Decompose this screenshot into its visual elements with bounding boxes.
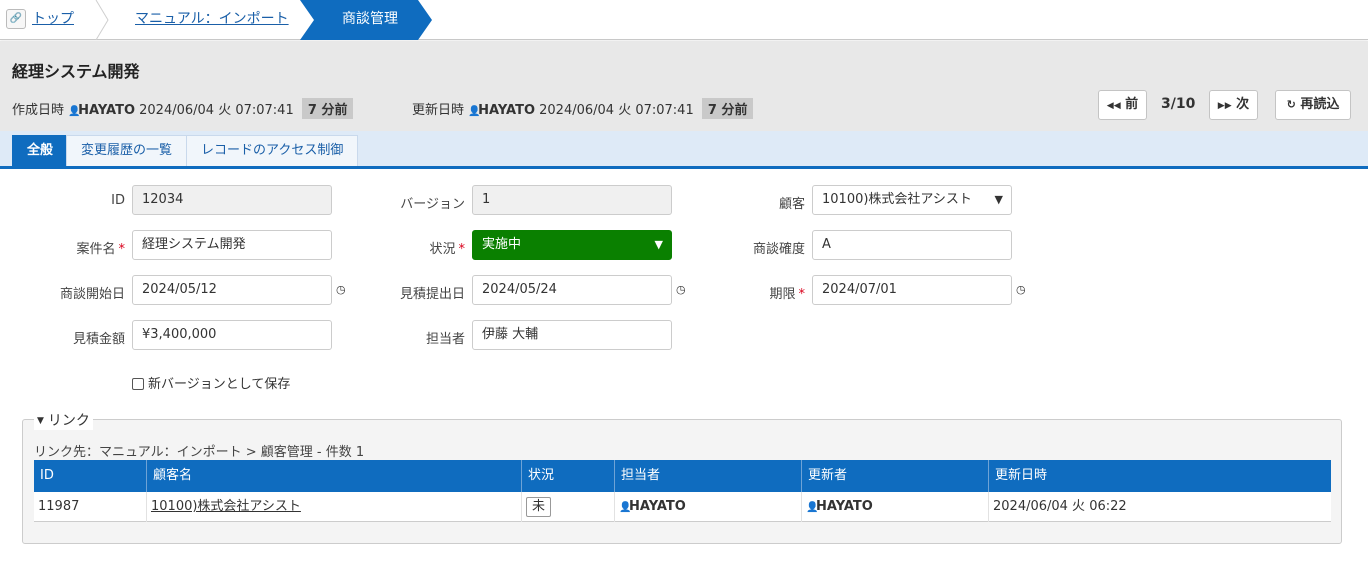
breadcrumb-current-label: 商談管理 [342, 11, 398, 27]
id-label: ID [111, 193, 125, 208]
record-pager: 3/10 [1161, 96, 1196, 112]
tab-change-history[interactable]: 変更履歴の一覧 [66, 135, 188, 166]
estimate-date-label: 見積提出日 [399, 287, 465, 302]
customer-link[interactable]: 10100)株式会社アシスト [151, 499, 301, 514]
cell-customer: 10100)株式会社アシスト [147, 492, 522, 522]
owner-field[interactable]: 伊藤 大輔 [472, 320, 672, 350]
status-label: 状況 * [380, 238, 465, 257]
version-label: バージョン [400, 197, 465, 212]
column-header-status[interactable]: 状況 [522, 460, 615, 492]
breadcrumb-current: 商談管理 [300, 0, 432, 40]
link-section-toggle[interactable]: ▼ リンク [34, 410, 93, 430]
tab-general[interactable]: 全般 [12, 135, 69, 166]
chevron-down-icon: ▼ [654, 238, 663, 251]
clock-icon[interactable]: ◷ [676, 283, 686, 296]
estimate-date-field[interactable]: 2024/05/24 [472, 275, 672, 305]
column-header-id[interactable]: ID [34, 460, 147, 492]
clock-icon[interactable]: ◷ [1016, 283, 1026, 296]
next-record-button[interactable]: ▶▶ 次 [1209, 90, 1258, 120]
user-icon: 👤 [68, 106, 81, 117]
cell-id: 11987 [34, 492, 147, 522]
created-ago-badge: 7 分前 [301, 98, 354, 119]
column-header-updater[interactable]: 更新者 [802, 460, 989, 492]
clock-icon[interactable]: ◷ [336, 283, 346, 296]
updated-user[interactable]: HAYATO [478, 103, 535, 118]
deadline-field[interactable]: 2024/07/01 [812, 275, 1012, 305]
column-header-customer[interactable]: 顧客名 [147, 460, 522, 492]
start-date-field[interactable]: 2024/05/12 [132, 275, 332, 305]
prev-record-label: 前 [1125, 97, 1139, 112]
cell-owner: 👤HAYATO [615, 492, 802, 522]
status-select[interactable]: 実施中 ▼ [472, 230, 672, 260]
user-icon: 👤 [468, 106, 481, 117]
record-title: 経理システム開発 [12, 62, 140, 81]
updated-ago-badge: 7 分前 [701, 98, 754, 119]
customer-label: 顧客 [778, 197, 805, 212]
created-datetime: 2024/06/04 火 07:07:41 [139, 103, 294, 118]
cell-updated-at: 2024/06/04 火 06:22 [993, 499, 1127, 514]
link-section-legend: リンク [47, 413, 90, 429]
customer-select-value: 10100)株式会社アシスト [822, 192, 972, 207]
customer-select[interactable]: 10100)株式会社アシスト ▼ [812, 185, 1012, 215]
reload-button[interactable]: ↻ 再読込 [1275, 90, 1351, 120]
record-header: 経理システム開発 作成日時 👤HAYATO 2024/06/04 火 07:07… [0, 41, 1368, 131]
prev-record-button[interactable]: ◀◀ 前 [1098, 90, 1147, 120]
status-select-value: 実施中 [482, 237, 522, 252]
owner-name: HAYATO [629, 499, 686, 514]
id-field: 12034 [132, 185, 332, 215]
required-mark: * [458, 242, 466, 257]
created-info: 作成日時 👤HAYATO 2024/06/04 火 07:07:41 7 分前 [12, 98, 354, 119]
tab-access-control[interactable]: レコードのアクセス制御 [186, 135, 359, 166]
caret-down-icon: ▼ [37, 416, 44, 426]
probability-field[interactable]: A [812, 230, 1012, 260]
amount-field[interactable]: ¥3,400,000 [132, 320, 332, 350]
reload-label: 再読込 [1300, 97, 1340, 112]
updated-label: 更新日時 [412, 103, 465, 118]
next-record-label: 次 [1236, 97, 1250, 112]
tab-bar: 全般 変更履歴の一覧 レコードのアクセス制御 [0, 131, 1368, 169]
save-new-version-checkbox[interactable] [132, 378, 144, 390]
table-row[interactable]: 11987 10100)株式会社アシスト 未 👤HAYATO 👤HAYATO 2… [34, 492, 1331, 522]
column-header-owner[interactable]: 担当者 [615, 460, 802, 492]
prev-icon: ◀◀ [1106, 101, 1121, 111]
breadcrumb-separator-icon [95, 0, 109, 40]
chevron-down-icon: ▼ [994, 193, 1003, 206]
user-icon: 👤 [806, 502, 819, 513]
case-name-label: 案件名 * [40, 238, 125, 257]
version-field: 1 [472, 185, 672, 215]
deadline-label: 期限 * [720, 283, 805, 302]
amount-label: 見積金額 [72, 332, 125, 347]
save-new-version-label: 新バージョンとして保存 [148, 377, 291, 392]
cell-updater: 👤HAYATO [802, 492, 989, 522]
link-table-header: ID 顧客名 状況 担当者 更新者 更新日時 [34, 460, 1331, 492]
updater-name: HAYATO [816, 499, 873, 514]
home-link-icon[interactable]: 🔗 [6, 9, 26, 29]
required-mark: * [798, 287, 806, 302]
cell-status: 未 [522, 492, 615, 522]
created-label: 作成日時 [12, 103, 65, 118]
updated-datetime: 2024/06/04 火 07:07:41 [539, 103, 694, 118]
probability-label: 商談確度 [752, 242, 805, 257]
deadline-label-text: 期限 [769, 287, 796, 302]
status-label-text: 状況 [429, 242, 456, 257]
breadcrumb-manual-link[interactable]: マニュアル：インポート [135, 0, 289, 40]
link-path: リンク先：マニュアル：インポート > 顧客管理 - 件数 1 [34, 445, 365, 460]
updated-info: 更新日時 👤HAYATO 2024/06/04 火 07:07:41 7 分前 [412, 98, 754, 119]
owner-label: 担当者 [425, 332, 465, 347]
reload-icon: ↻ [1286, 98, 1296, 111]
required-mark: * [118, 242, 126, 257]
breadcrumb-top-link[interactable]: トップ [32, 0, 74, 40]
created-user[interactable]: HAYATO [78, 103, 135, 118]
next-icon: ▶▶ [1217, 101, 1232, 111]
start-date-label: 商談開始日 [59, 287, 125, 302]
status-badge: 未 [526, 497, 552, 517]
breadcrumb: 🔗 トップ マニュアル：インポート 商談管理 [0, 0, 1368, 40]
user-icon: 👤 [619, 502, 632, 513]
case-name-label-text: 案件名 [76, 242, 116, 257]
save-new-version-option[interactable]: 新バージョンとして保存 [132, 373, 290, 392]
column-header-updated-at[interactable]: 更新日時 [989, 460, 1331, 492]
case-name-field[interactable]: 経理システム開発 [132, 230, 332, 260]
